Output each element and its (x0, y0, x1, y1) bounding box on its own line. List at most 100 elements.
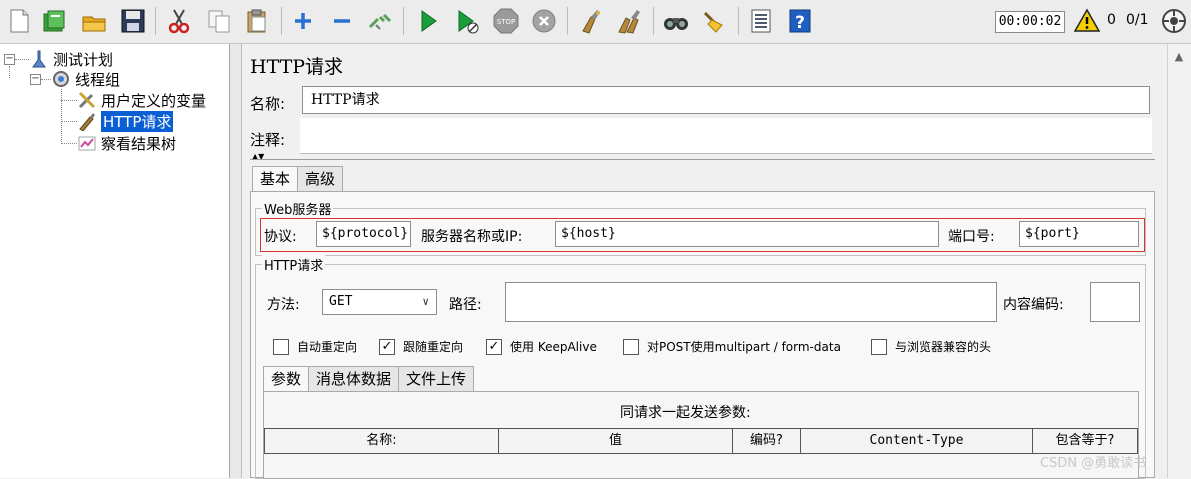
vertical-scrollbar[interactable]: ▲ (1167, 44, 1191, 478)
column-header-encode[interactable]: 编码? (733, 429, 801, 453)
svg-text:?: ? (795, 13, 805, 33)
checkbox-label: 对POST使用multipart / form-data (647, 340, 841, 354)
start-no-pause-icon[interactable] (451, 5, 483, 37)
test-plan-icon (29, 49, 49, 69)
toolbar-separator (653, 7, 654, 35)
content-encoding-field[interactable] (1090, 282, 1140, 322)
tree-node-http-request[interactable]: HTTP请求 (77, 110, 174, 132)
http-sampler-panel: HTTP请求 名称: HTTP请求 注释: ▲▼ 基本 高级 Web服务器 协议… (242, 44, 1167, 479)
checkbox-box (623, 338, 639, 355)
method-select[interactable]: GET ∨ (322, 289, 437, 315)
column-header-include-equals[interactable]: 包含等于? (1033, 429, 1137, 453)
pane-splitter[interactable] (230, 44, 242, 478)
scroll-up-icon[interactable]: ▲ (1171, 50, 1187, 64)
comment-field[interactable] (300, 118, 1152, 154)
tab-body-data[interactable]: 消息体数据 (308, 366, 400, 392)
tree-node-label: 用户定义的变量 (101, 91, 207, 110)
expand-icon[interactable] (287, 5, 319, 37)
toolbar-separator (567, 7, 568, 35)
section-divider (250, 159, 1155, 160)
tree-node-label: 测试计划 (53, 50, 114, 69)
check-icon: ✓ (379, 338, 395, 355)
stop-icon[interactable]: STOP (490, 5, 522, 37)
browser-compatible-headers-checkbox[interactable]: 与浏览器兼容的头 (871, 338, 991, 355)
parameters-tab-body: 同请求一起发送参数: 名称: 值 编码? Content-Type 包含等于? (263, 391, 1139, 479)
tab-advanced[interactable]: 高级 (297, 166, 344, 192)
tab-parameters[interactable]: 参数 (263, 366, 310, 392)
toolbar-separator (403, 7, 404, 35)
clear-icon[interactable] (575, 5, 607, 37)
column-header-name[interactable]: 名称: (265, 429, 499, 453)
server-name-field[interactable]: ${host} (555, 221, 939, 247)
toolbar-separator (155, 7, 156, 35)
protocol-label: 协议: (264, 229, 297, 245)
test-plan-tree: − 测试计划 − 线程组 用户定义的变量 HTTP请求 察看结果树 (0, 44, 230, 478)
method-value: GET (329, 294, 353, 309)
elapsed-timer: 00:00:02 (995, 11, 1065, 33)
params-caption: 同请求一起发送参数: (620, 405, 751, 421)
thread-group-icon (51, 69, 71, 89)
tree-node-label: 察看结果树 (101, 134, 177, 153)
templates-icon[interactable] (38, 5, 70, 37)
shutdown-icon[interactable] (528, 5, 560, 37)
search-icon[interactable] (660, 5, 692, 37)
function-helper-icon[interactable] (745, 5, 777, 37)
result-tree-icon (77, 133, 97, 153)
keepalive-checkbox[interactable]: ✓ 使用 KeepAlive (486, 338, 597, 355)
tree-node-test-plan[interactable]: 测试计划 (29, 49, 113, 69)
check-icon: ✓ (486, 338, 502, 355)
protocol-field[interactable]: ${protocol} (316, 221, 411, 247)
tree-node-thread-group[interactable]: 线程组 (51, 69, 120, 89)
collapse-icon[interactable] (326, 5, 358, 37)
column-header-value[interactable]: 值 (499, 429, 733, 453)
checkbox-label: 自动重定向 (297, 340, 358, 354)
warning-count: 0 (1107, 12, 1116, 28)
content-encoding-label: 内容编码: (1003, 297, 1064, 313)
collapse-toggle[interactable]: − (30, 74, 41, 85)
multipart-checkbox[interactable]: 对POST使用multipart / form-data (623, 338, 841, 355)
checkbox-label: 使用 KeepAlive (510, 340, 597, 354)
paste-icon[interactable] (241, 5, 273, 37)
checkbox-label: 跟随重定向 (403, 340, 464, 354)
checkbox-box (273, 338, 289, 355)
help-icon[interactable]: ? (784, 5, 816, 37)
toolbar-separator (738, 7, 739, 35)
cut-icon[interactable] (163, 5, 195, 37)
name-label: 名称: (250, 95, 286, 113)
warning-icon[interactable] (1071, 5, 1103, 37)
server-name-label: 服务器名称或IP: (421, 229, 523, 245)
web-server-title: Web服务器 (262, 199, 334, 218)
page-title: HTTP请求 (250, 56, 344, 78)
tab-basic[interactable]: 基本 (252, 166, 299, 192)
params-table-header: 名称: 值 编码? Content-Type 包含等于? (264, 428, 1138, 454)
remote-status-icon (1158, 5, 1190, 37)
open-icon[interactable] (78, 5, 110, 37)
port-field[interactable]: ${port} (1019, 221, 1139, 247)
main-toolbar: STOP ? 00:00:02 0 0/1 (0, 0, 1191, 44)
reset-search-icon[interactable] (698, 5, 730, 37)
tree-node-result-tree[interactable]: 察看结果树 (77, 133, 176, 153)
tree-node-label: 线程组 (75, 70, 121, 89)
tab-file-upload[interactable]: 文件上传 (398, 366, 475, 392)
http-request-title: HTTP请求 (262, 255, 326, 274)
collapse-toggle[interactable]: − (4, 54, 15, 65)
save-icon[interactable] (117, 5, 149, 37)
column-header-content-type[interactable]: Content-Type (801, 429, 1033, 453)
checkbox-box (871, 338, 887, 355)
sampler-tabs: 基本 高级 (252, 166, 344, 192)
toggle-icon[interactable] (364, 5, 396, 37)
copy-icon[interactable] (203, 5, 235, 37)
chevron-down-icon: ∨ (422, 295, 429, 308)
new-icon[interactable] (3, 5, 35, 37)
toolbar-separator (281, 7, 282, 35)
watermark: CSDN @勇敢读书 (1040, 456, 1147, 471)
name-field[interactable]: HTTP请求 (302, 86, 1150, 114)
body-tabs: 参数 消息体数据 文件上传 (263, 366, 475, 392)
auto-redirect-checkbox[interactable]: 自动重定向 (273, 338, 357, 355)
tree-node-user-variables[interactable]: 用户定义的变量 (77, 90, 206, 110)
start-icon[interactable] (412, 5, 444, 37)
clear-all-icon[interactable] (614, 5, 646, 37)
path-field[interactable] (505, 282, 997, 322)
active-threads-count: 0/1 (1126, 12, 1149, 28)
follow-redirect-checkbox[interactable]: ✓ 跟随重定向 (379, 338, 463, 355)
